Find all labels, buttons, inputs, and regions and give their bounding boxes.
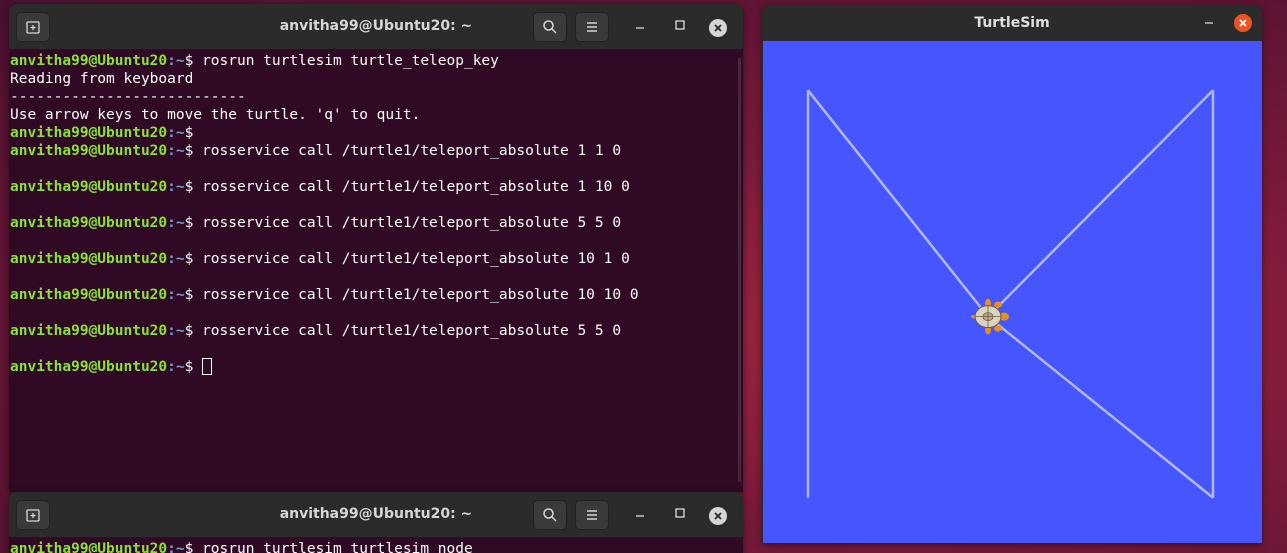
menu-button[interactable]	[575, 500, 609, 530]
command-text: rosservice call /turtle1/teleport_absolu…	[202, 251, 630, 267]
prompt-symbol: $	[184, 143, 203, 159]
prompt-user: anvitha99@Ubuntu20	[10, 125, 168, 141]
prompt-path: :~	[167, 359, 185, 375]
search-button[interactable]	[533, 12, 567, 42]
turtlesim-titlebar[interactable]: TurtleSim	[762, 5, 1262, 41]
command-text: rosrun turtlesim turtle_teleop_key	[202, 53, 499, 69]
minimize-icon	[1205, 22, 1213, 24]
prompt-symbol: $	[184, 541, 203, 553]
window-title: TurtleSim	[974, 15, 1050, 31]
turtlesim-window[interactable]: TurtleSim	[762, 5, 1262, 543]
terminal-window[interactable]: anvitha99@Ubuntu20: ~ anvitha99@Ubuntu20…	[9, 4, 743, 492]
command-text: rosservice call /turtle1/teleport_absolu…	[202, 179, 630, 195]
prompt-path: :~	[167, 541, 185, 553]
terminal-prompt-line: anvitha99@Ubuntu20:~$ rosservice call /t…	[10, 322, 737, 340]
command-text: rosservice call /turtle1/teleport_absolu…	[202, 287, 639, 303]
prompt-symbol: $	[184, 323, 203, 339]
terminal-prompt-line: anvitha99@Ubuntu20:~$ rosservice call /t…	[10, 214, 737, 232]
terminal-output[interactable]: anvitha99@Ubuntu20:~$ rosrun turtlesim t…	[10, 52, 737, 488]
prompt-symbol: $	[184, 53, 203, 69]
prompt-symbol: $	[184, 251, 203, 267]
text-cursor[interactable]	[202, 358, 213, 375]
terminal-prompt-line: anvitha99@Ubuntu20:~$	[10, 124, 737, 142]
terminal-prompt-line: anvitha99@Ubuntu20:~$ rosservice call /t…	[10, 142, 737, 160]
terminal-output-line: Use arrow keys to move the turtle. 'q' t…	[10, 107, 421, 123]
terminal-prompt-line: anvitha99@Ubuntu20:~$ rosservice call /t…	[10, 286, 737, 304]
prompt-user: anvitha99@Ubuntu20	[10, 287, 168, 303]
terminal-titlebar-2[interactable]: anvitha99@Ubuntu20: ~	[9, 492, 743, 538]
terminal-output-line: Reading from keyboard	[10, 71, 194, 87]
turtlesim-canvas	[763, 41, 1262, 543]
prompt-symbol: $	[184, 359, 203, 375]
hamburger-menu-icon	[587, 22, 597, 32]
prompt-symbol: $	[184, 215, 203, 231]
prompt-user: anvitha99@Ubuntu20	[10, 215, 168, 231]
menu-button[interactable]	[575, 12, 609, 42]
terminal-prompt-line: anvitha99@Ubuntu20:~$ rosrun turtlesim t…	[10, 52, 737, 70]
search-icon	[543, 508, 557, 522]
terminal-scrollbar[interactable]	[738, 58, 741, 482]
terminal-titlebar[interactable]: anvitha99@Ubuntu20: ~	[9, 4, 743, 50]
prompt-symbol: $	[184, 287, 203, 303]
terminal-prompt-line: anvitha99@Ubuntu20:~$	[10, 358, 737, 376]
prompt-user: anvitha99@Ubuntu20	[10, 541, 168, 553]
close-button[interactable]	[1234, 14, 1252, 32]
terminal-output[interactable]: anvitha99@Ubuntu20:~$ rosrun turtlesim t…	[10, 540, 737, 553]
prompt-user: anvitha99@Ubuntu20	[10, 53, 168, 69]
close-icon	[1239, 19, 1247, 27]
search-button[interactable]	[533, 500, 567, 530]
prompt-path: :~	[167, 143, 185, 159]
prompt-user: anvitha99@Ubuntu20	[10, 323, 168, 339]
maximize-button[interactable]	[671, 19, 689, 37]
prompt-symbol: $	[184, 125, 203, 141]
prompt-path: :~	[167, 179, 185, 195]
terminal-prompt-line: anvitha99@Ubuntu20:~$ rosservice call /t…	[10, 250, 737, 268]
command-text: rosrun turtlesim turtlesim_node	[202, 541, 473, 553]
prompt-user: anvitha99@Ubuntu20	[10, 251, 168, 267]
search-icon	[543, 20, 557, 34]
hamburger-menu-icon	[587, 510, 597, 520]
close-icon	[714, 512, 722, 520]
minimize-icon	[636, 515, 644, 517]
prompt-path: :~	[167, 251, 185, 267]
close-icon	[714, 24, 722, 32]
minimize-button[interactable]	[631, 507, 649, 525]
close-button[interactable]	[709, 507, 727, 525]
prompt-path: :~	[167, 53, 185, 69]
minimize-icon	[636, 27, 644, 29]
prompt-path: :~	[167, 287, 185, 303]
prompt-path: :~	[167, 125, 185, 141]
prompt-symbol: $	[184, 179, 203, 195]
maximize-button[interactable]	[671, 507, 689, 525]
prompt-user: anvitha99@Ubuntu20	[10, 359, 168, 375]
minimize-button[interactable]	[1200, 14, 1218, 32]
minimize-button[interactable]	[631, 19, 649, 37]
close-button[interactable]	[709, 19, 727, 37]
prompt-user: anvitha99@Ubuntu20	[10, 179, 168, 195]
prompt-user: anvitha99@Ubuntu20	[10, 143, 168, 159]
prompt-path: :~	[167, 215, 185, 231]
command-text: rosservice call /turtle1/teleport_absolu…	[202, 323, 622, 339]
command-text: rosservice call /turtle1/teleport_absolu…	[202, 215, 622, 231]
terminal-window-2[interactable]: anvitha99@Ubuntu20: ~ anvitha99@Ubuntu20…	[9, 492, 743, 553]
terminal-prompt-line: anvitha99@Ubuntu20:~$ rosservice call /t…	[10, 178, 737, 196]
maximize-icon	[675, 508, 685, 518]
terminal-output-line: ---------------------------	[10, 89, 246, 105]
command-text: rosservice call /turtle1/teleport_absolu…	[202, 143, 622, 159]
prompt-path: :~	[167, 323, 185, 339]
maximize-icon	[675, 20, 685, 30]
terminal-prompt-line: anvitha99@Ubuntu20:~$ rosrun turtlesim t…	[10, 540, 737, 553]
